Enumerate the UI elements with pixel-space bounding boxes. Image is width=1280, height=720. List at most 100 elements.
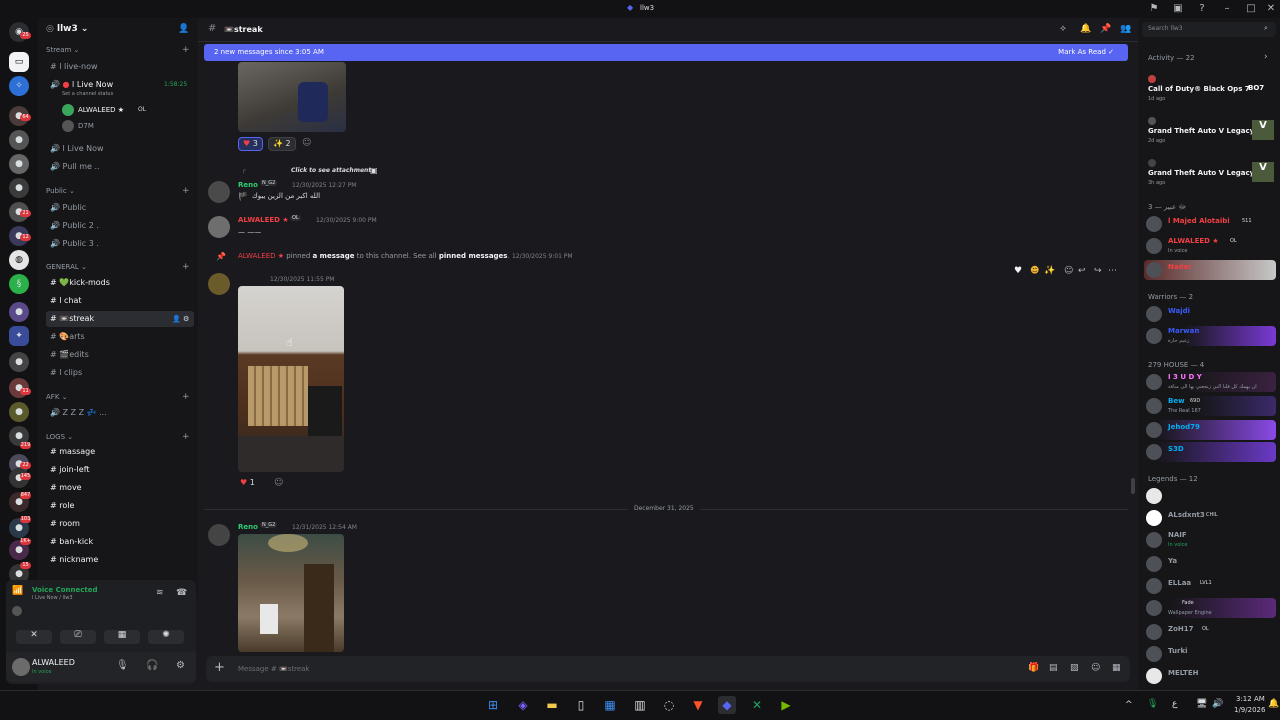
voice-status[interactable]: Voice Connected (32, 586, 98, 594)
apps-icon[interactable]: ▦ (1112, 663, 1121, 673)
avatar[interactable] (208, 216, 230, 238)
reply-attachment-link[interactable]: Click to see attachment (291, 167, 371, 174)
threads-icon[interactable]: ⟡ (1060, 24, 1066, 34)
discord-icon[interactable]: ◆ (718, 696, 736, 714)
member-item[interactable]: ALsdxnt3 CHIL (1144, 508, 1276, 528)
emoji-picker-icon[interactable]: ☺ (1091, 663, 1100, 673)
sparkles-icon[interactable]: ✨ (1044, 266, 1055, 276)
scrollbar-thumb[interactable] (1131, 478, 1135, 494)
add-reaction-icon[interactable]: ☺ (1064, 266, 1073, 276)
notepad-icon[interactable]: ▯ (572, 696, 590, 714)
soundboard-icon[interactable]: ✺ (148, 630, 184, 644)
activity-card[interactable]: Call of Duty® Black Ops 7 1d ago BO7 (1144, 72, 1274, 108)
member-item[interactable]: MELTEH (1144, 666, 1276, 686)
category-afk[interactable]: AFK ⌄ (46, 393, 186, 403)
pin-icon[interactable]: 📌 (1100, 24, 1111, 34)
category-public[interactable]: Public ⌄ (46, 187, 186, 197)
channel-join-left[interactable]: # join-left (46, 462, 194, 478)
voice-channel-public-2[interactable]: 🔊 Public 2 . (46, 218, 194, 234)
member-item[interactable]: ELLaa LVL1 (1144, 576, 1276, 596)
member-item[interactable]: Bew 69D The Real 187 (1144, 396, 1276, 416)
language-indicator[interactable]: ع (1172, 699, 1177, 709)
add-friend-icon[interactable]: 👤 (178, 24, 189, 34)
channel-arts[interactable]: # 🎨arts (46, 329, 194, 345)
help-icon[interactable]: ? (1195, 2, 1209, 16)
channel-move[interactable]: # move (46, 480, 194, 496)
channel-ban-kick[interactable]: # ban-kick (46, 534, 194, 550)
flag-icon[interactable]: ⚑ (1147, 2, 1161, 16)
member-item[interactable] (1144, 486, 1276, 506)
channel-chat[interactable]: # l chat (46, 293, 194, 309)
message-author[interactable]: Reno (238, 181, 258, 189)
maximize-button[interactable]: □ (1244, 2, 1258, 16)
disconnect-icon[interactable]: ☎ (176, 588, 187, 598)
microphone-icon[interactable]: 🎙 (116, 660, 129, 671)
message-author[interactable]: ALWALEED ★ (238, 216, 289, 224)
member-item[interactable]: Ya (1144, 554, 1276, 574)
invite-icon[interactable]: 👤 (172, 315, 181, 323)
reaction-heart[interactable]: ♥ 3 (238, 137, 263, 151)
member-item[interactable]: l Majed Alotaibi 511 (1144, 214, 1276, 234)
voice-user[interactable]: ALWALEED ★ OL (62, 104, 192, 118)
add-channel-icon[interactable]: + (182, 186, 190, 196)
heart-reaction-icon[interactable]: ♥ (1014, 266, 1022, 276)
message-image[interactable] (238, 534, 344, 652)
reply-icon[interactable]: ↩ (1078, 266, 1086, 276)
member-item[interactable]: ALWALEED ★ OL In voice (1144, 236, 1276, 256)
screen-share-icon[interactable]: ⎚ (60, 630, 96, 644)
settings-gear-icon[interactable]: ⚙ (176, 660, 185, 671)
category-general[interactable]: GENERAL ⌄ (46, 263, 186, 273)
noise-suppression-icon[interactable]: ≋ (156, 588, 164, 598)
server-icon[interactable]: ● (9, 352, 29, 372)
start-menu-icon[interactable]: ⊞ (484, 696, 502, 714)
inbox-icon[interactable]: ▣ (1171, 2, 1185, 16)
voice-channel-pull-me[interactable]: 🔊 Pull me .. (46, 159, 194, 175)
search-input[interactable]: Search llw3 (1148, 25, 1183, 32)
add-channel-icon[interactable]: + (182, 392, 190, 402)
nvidia-icon[interactable]: ▶ (777, 696, 795, 714)
headphones-icon[interactable]: 🎧 (146, 660, 158, 671)
avatar[interactable] (12, 658, 30, 676)
channel-massage[interactable]: # massage (46, 444, 194, 460)
message-author[interactable]: Reno (238, 523, 258, 531)
voice-channel-public-3[interactable]: 🔊 Public 3 . (46, 236, 194, 252)
add-channel-icon[interactable]: + (182, 432, 190, 442)
member-item[interactable]: Jehod79 (1144, 420, 1276, 440)
file-explorer-icon[interactable]: ▬ (543, 696, 561, 714)
notifications-icon[interactable]: 🔔 (1268, 699, 1279, 709)
microphone-in-use-icon[interactable]: 🎙 (1147, 699, 1158, 709)
add-channel-icon[interactable]: + (182, 262, 190, 272)
server-header[interactable]: ◎ llw3 ⌄ (46, 24, 196, 38)
network-icon[interactable]: 🖥 (1196, 699, 1207, 709)
chevron-right-icon[interactable]: › (1264, 52, 1268, 62)
message-image[interactable] (238, 286, 344, 472)
brave-browser-icon[interactable]: ▼ (689, 696, 707, 714)
reaction-heart[interactable]: ♥ 1 (240, 478, 255, 487)
calculator-icon[interactable]: ▥ (631, 696, 649, 714)
server-icon[interactable]: ◍ (9, 250, 29, 270)
member-item[interactable]: Nader (1144, 260, 1276, 280)
minimize-button[interactable]: – (1220, 2, 1234, 16)
notification-bell-icon[interactable]: 🔔 (1080, 24, 1091, 34)
message-image[interactable] (238, 62, 346, 132)
channel-room[interactable]: # room (46, 516, 194, 532)
member-item[interactable]: I 3 U D Y ان يهمك كل قلبا التي زنجعني بها… (1144, 372, 1276, 392)
member-list-icon[interactable]: 👥 (1120, 24, 1131, 34)
voice-channel-afk[interactable]: 🔊 Z Z Z 💤 ... (46, 405, 194, 421)
store-icon[interactable]: ▦ (601, 696, 619, 714)
add-channel-icon[interactable]: + (182, 45, 190, 55)
gear-icon[interactable]: ⚙ (183, 315, 189, 323)
server-icon[interactable]: ● (9, 402, 29, 422)
username[interactable]: ALWALEED (32, 658, 75, 667)
server-icon[interactable]: ▭ (9, 52, 29, 72)
copilot-icon[interactable]: ◈ (514, 696, 532, 714)
activities-icon[interactable]: ▦ (104, 630, 140, 644)
forward-icon[interactable]: ↪ (1094, 266, 1102, 276)
reaction-sparkles[interactable]: ✨ 2 (268, 137, 296, 151)
category-logs[interactable]: LOGS ⌄ (46, 433, 186, 443)
add-reaction-icon[interactable]: ☺ (302, 138, 311, 148)
member-item[interactable]: Wajdi (1144, 304, 1276, 324)
clock-date[interactable]: 1/9/2026 (1234, 706, 1265, 714)
gif-icon[interactable]: ▤ (1049, 663, 1058, 673)
excel-icon[interactable]: ✕ (748, 696, 766, 714)
